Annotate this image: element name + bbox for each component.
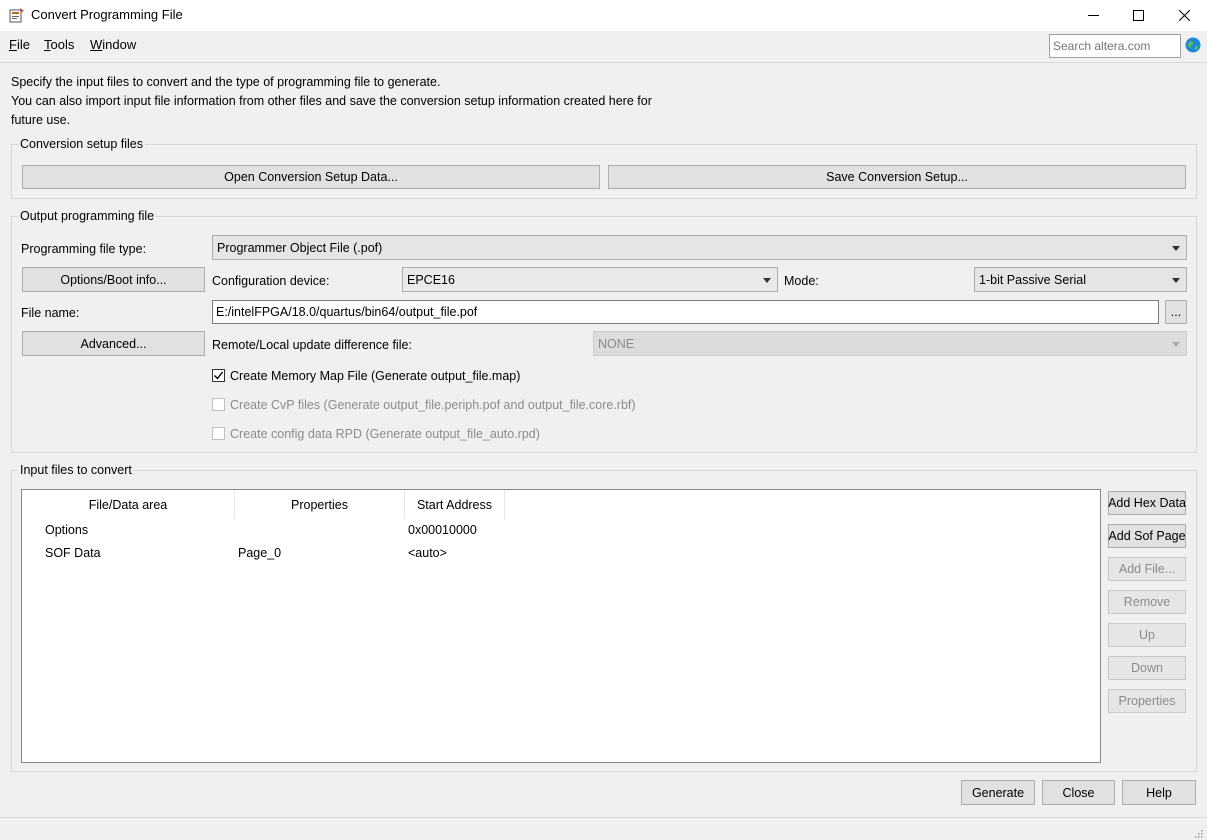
status-bar <box>0 817 1207 840</box>
close-button[interactable]: Close <box>1042 780 1115 805</box>
browse-button[interactable]: ... <box>1165 300 1187 324</box>
maximize-button[interactable] <box>1115 0 1161 31</box>
properties-button[interactable]: Properties <box>1108 689 1186 713</box>
file-type-select[interactable]: Programmer Object File (.pof) <box>212 235 1187 260</box>
chevron-down-icon <box>1172 245 1180 251</box>
advanced-button[interactable]: Advanced... <box>22 331 205 356</box>
minimize-button[interactable] <box>1070 0 1116 31</box>
down-button[interactable]: Down <box>1108 656 1186 680</box>
search-input[interactable] <box>1049 34 1181 58</box>
config-rpd-label: Create config data RPD (Generate output_… <box>230 427 540 441</box>
table-row[interactable]: Options 0x00010000 <box>22 520 1100 542</box>
cell-file-area: SOF Data <box>45 546 101 560</box>
menu-tools[interactable]: Tools <box>44 37 74 52</box>
app-icon <box>9 8 24 23</box>
save-conversion-setup-button[interactable]: Save Conversion Setup... <box>608 165 1186 189</box>
mode-select[interactable]: 1-bit Passive Serial <box>974 267 1187 292</box>
file-name-input[interactable]: E:/intelFPGA/18.0/quartus/bin64/output_f… <box>212 300 1159 324</box>
file-type-value: Programmer Object File (.pof) <box>217 240 383 255</box>
memory-map-checkbox[interactable] <box>212 369 225 382</box>
menu-bar: File Tools Window <box>0 31 1207 61</box>
output-programming-title: Output programming file <box>18 209 157 223</box>
file-name-label: File name: <box>21 306 80 320</box>
description-line-3: future use. <box>11 113 71 127</box>
remove-button[interactable]: Remove <box>1108 590 1186 614</box>
open-conversion-setup-button[interactable]: Open Conversion Setup Data... <box>22 165 600 189</box>
menu-file[interactable]: File <box>9 37 30 52</box>
generate-button[interactable]: Generate <box>961 780 1035 805</box>
close-icon <box>1178 10 1190 21</box>
config-device-select[interactable]: EPCE16 <box>402 267 778 292</box>
cvp-files-label: Create CvP files (Generate output_file.p… <box>230 398 636 412</box>
menu-window[interactable]: Window <box>90 37 136 52</box>
add-file-button[interactable]: Add File... <box>1108 557 1186 581</box>
remote-update-label: Remote/Local update difference file: <box>212 338 412 352</box>
column-header-properties[interactable]: Properties <box>235 490 405 519</box>
close-window-button[interactable] <box>1161 0 1207 31</box>
resize-grip-icon[interactable] <box>1193 828 1203 838</box>
chevron-down-icon <box>1172 341 1180 347</box>
remote-update-select[interactable]: NONE <box>593 331 1187 356</box>
add-sof-page-button[interactable]: Add Sof Page <box>1108 524 1186 548</box>
column-header-file-area[interactable]: File/Data area <box>22 490 235 519</box>
help-button[interactable]: Help <box>1122 780 1196 805</box>
add-hex-data-button[interactable]: Add Hex Data <box>1108 491 1186 515</box>
up-button[interactable]: Up <box>1108 623 1186 647</box>
cvp-files-checkbox[interactable] <box>212 398 225 411</box>
chevron-down-icon <box>763 277 771 283</box>
conversion-setup-title: Conversion setup files <box>18 137 145 151</box>
column-header-start-address[interactable]: Start Address <box>405 490 505 519</box>
globe-icon[interactable] <box>1185 37 1201 53</box>
mode-value: 1-bit Passive Serial <box>979 272 1086 287</box>
maximize-icon <box>1132 10 1144 21</box>
window-title: Convert Programming File <box>31 7 183 22</box>
options-boot-info-button[interactable]: Options/Boot info... <box>22 267 205 292</box>
config-device-value: EPCE16 <box>407 272 455 287</box>
input-files-title: Input files to convert <box>18 463 134 477</box>
checkmark-icon <box>214 371 224 380</box>
cell-properties: Page_0 <box>238 546 282 560</box>
remote-update-value: NONE <box>598 336 635 351</box>
config-rpd-checkbox[interactable] <box>212 427 225 440</box>
table-row[interactable]: SOF Data Page_0 <auto> <box>22 543 1100 565</box>
mode-label: Mode: <box>784 274 819 288</box>
config-device-label: Configuration device: <box>212 274 330 288</box>
input-files-table[interactable]: File/Data area Properties Start Address … <box>21 489 1101 763</box>
cell-file-area: Options <box>45 523 89 537</box>
description-line-1: Specify the input files to convert and t… <box>11 75 441 89</box>
chevron-down-icon <box>1172 277 1180 283</box>
minimize-icon <box>1087 15 1099 16</box>
description-line-2: You can also import input file informati… <box>11 94 652 108</box>
title-bar: Convert Programming File <box>0 0 1207 31</box>
file-type-label: Programming file type: <box>21 242 147 256</box>
memory-map-label: Create Memory Map File (Generate output_… <box>230 369 521 383</box>
cell-start-address: 0x00010000 <box>408 523 477 537</box>
cell-start-address: <auto> <box>408 546 447 560</box>
